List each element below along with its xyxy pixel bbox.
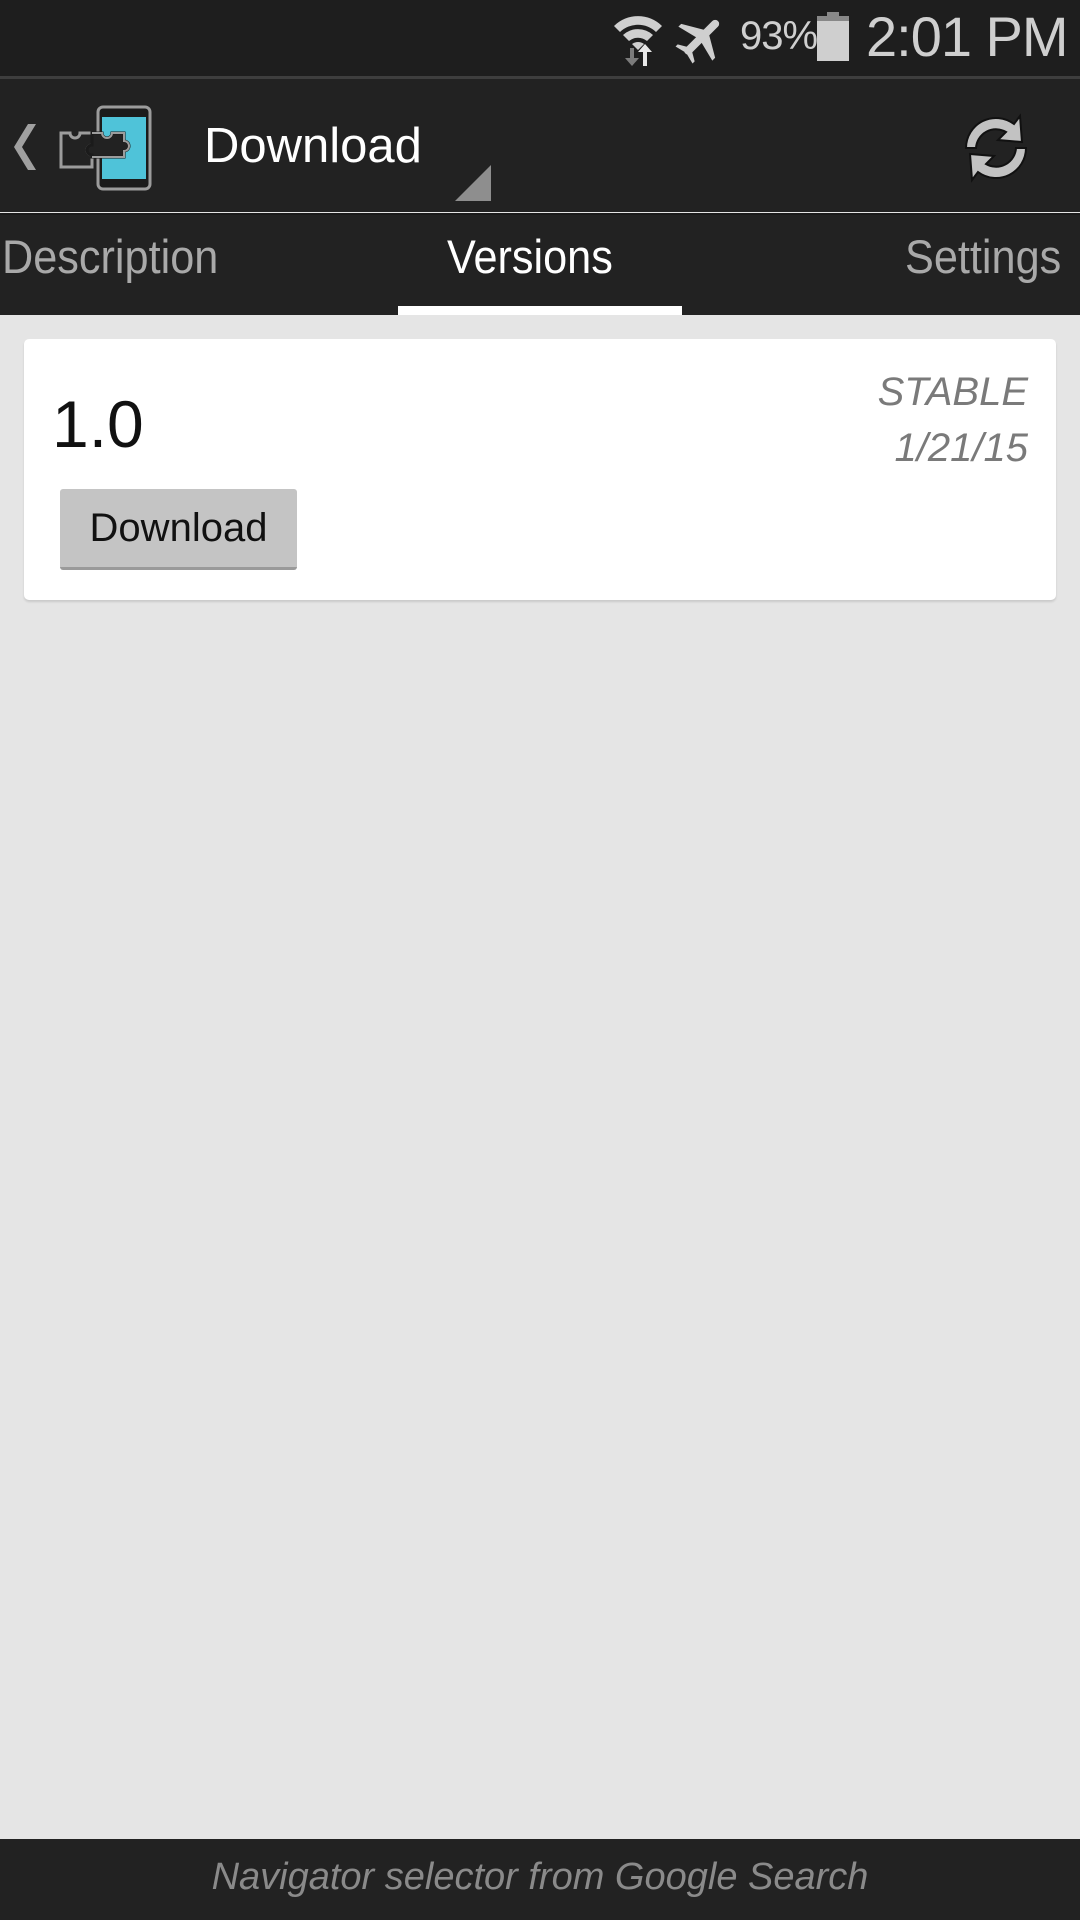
dropdown-triangle-icon (455, 165, 491, 201)
footer-caption: Navigator selector from Google Search (211, 1856, 869, 1898)
chevron-left-icon (14, 124, 36, 170)
release-channel: STABLE (877, 370, 1028, 414)
battery-percent: 93% (740, 14, 818, 58)
refresh-icon (964, 113, 1028, 183)
action-bar (0, 79, 1080, 212)
version-number: 1.0 (52, 387, 144, 461)
release-date: 1/21/15 (894, 426, 1028, 470)
refresh-button[interactable] (940, 92, 1052, 204)
status-bar: 93% 2:01 PM (0, 0, 1080, 76)
xposed-puzzle-phone-icon (59, 105, 152, 191)
title-spinner[interactable]: Download (190, 79, 510, 212)
wifi-data-icon (614, 16, 662, 66)
clock: 2:01 PM (866, 5, 1069, 68)
tab-versions[interactable]: Versions (447, 229, 613, 284)
page-title: Download (204, 119, 422, 173)
tab-description[interactable]: Description (2, 229, 218, 284)
airplane-mode-icon (675, 19, 720, 64)
battery-icon (817, 12, 849, 61)
tab-settings[interactable]: Settings (905, 229, 1061, 284)
download-button[interactable]: Download (60, 489, 297, 570)
up-navigation-button[interactable] (0, 79, 160, 212)
active-tab-indicator (398, 306, 682, 315)
